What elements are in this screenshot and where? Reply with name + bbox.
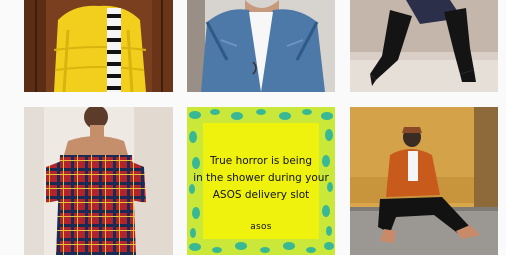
photo-grid: True horror is being in the shower durin… bbox=[0, 0, 506, 255]
post-image bbox=[24, 107, 173, 255]
post-image bbox=[187, 0, 335, 92]
post-tile-black-boots[interactable] bbox=[350, 0, 498, 92]
post-image bbox=[350, 107, 498, 255]
quote-panel: True horror is being in the shower durin… bbox=[193, 123, 329, 239]
post-tile-tartan-dress[interactable] bbox=[24, 107, 173, 255]
post-tile-orange-jacket[interactable] bbox=[350, 107, 498, 255]
quote-text: True horror is being in the shower durin… bbox=[193, 153, 329, 204]
post-image bbox=[24, 0, 173, 92]
post-tile-denim-jacket[interactable] bbox=[187, 0, 335, 92]
brand-logo: asos bbox=[250, 221, 272, 232]
quote-line: ASOS delivery slot bbox=[212, 188, 310, 201]
post-image bbox=[350, 0, 498, 92]
quote-line: True horror is being bbox=[209, 154, 313, 167]
post-tile-quote-graphic[interactable]: True horror is being in the shower durin… bbox=[187, 107, 335, 255]
post-tile-yellow-jacket[interactable] bbox=[24, 0, 173, 92]
quote-line: in the shower during your bbox=[193, 171, 329, 184]
